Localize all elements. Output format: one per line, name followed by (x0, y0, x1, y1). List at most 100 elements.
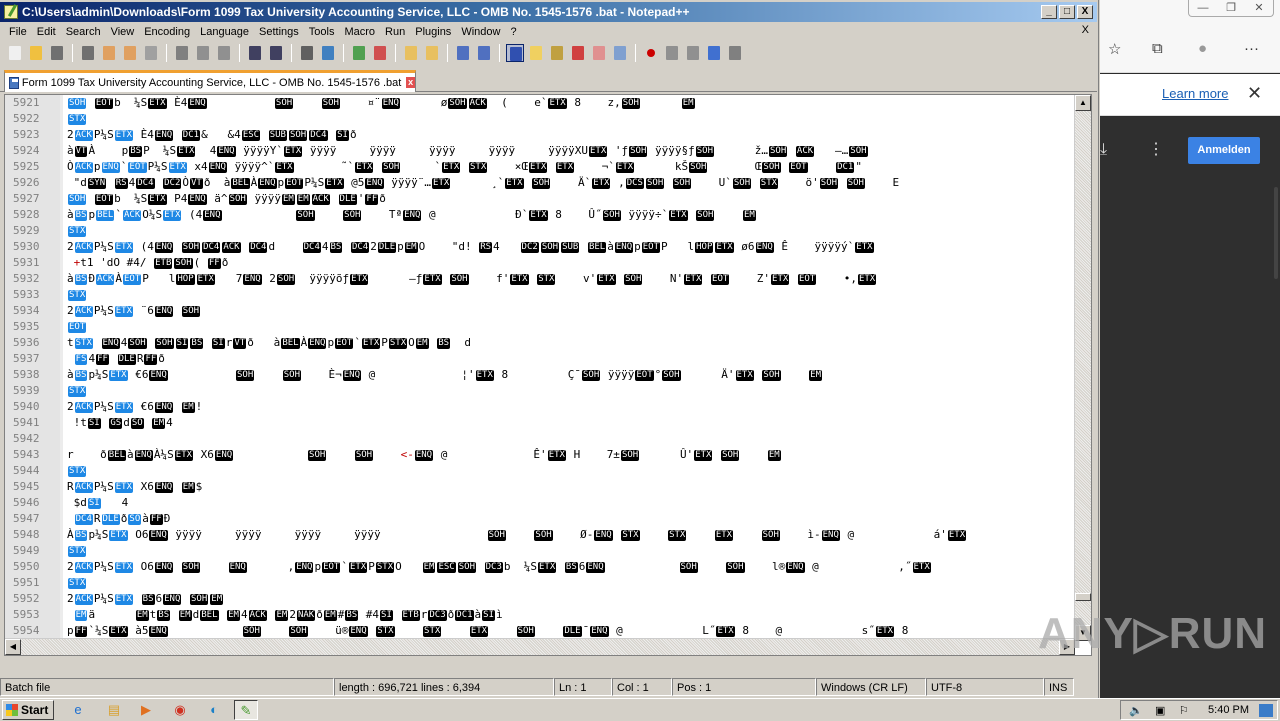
run-macro-multiple-icon[interactable] (705, 44, 723, 62)
code-line[interactable]: !t SI GS d SO EM 4 (67, 415, 1073, 431)
code-line[interactable] (67, 431, 1073, 447)
function-list-icon[interactable] (569, 44, 587, 62)
maximize-button[interactable]: □ (1059, 5, 1075, 19)
code-line[interactable]: p FF `¼S ETX à5 ENQ SOH SOH ü® ENQ STX STX ET… (67, 623, 1073, 639)
new-file-icon[interactable] (6, 44, 24, 62)
open-file-icon[interactable] (27, 44, 45, 62)
code-line[interactable]: SOH EOT b ¼S ETX È4 ENQ SOH SOH ¤¨ ENQ ø SOH A… (67, 95, 1073, 111)
collections-icon[interactable]: ⧉ (1152, 40, 1163, 57)
menu-view[interactable]: View (106, 23, 140, 41)
browser-restore-button[interactable]: ❐ (1217, 0, 1245, 16)
code-line[interactable]: STX (67, 463, 1073, 479)
close-document-button[interactable]: X (1082, 24, 1089, 36)
code-line[interactable]: Ò ACK p ENQ ` EOT P¼S ETX x4 ENQ ÿÿÿÿ^` ETX ˜` ETX… (67, 159, 1073, 175)
favorites-icon[interactable]: ☆ (1108, 40, 1121, 58)
redo-icon[interactable] (267, 44, 285, 62)
code-line[interactable]: à VT À p BS P ¼S ETX 4 ENQ ÿÿÿÿY` ETX ÿÿÿÿ ÿÿÿÿ… (67, 143, 1073, 159)
scroll-thumb[interactable] (1075, 593, 1091, 601)
code-line[interactable]: "d SYN RS 4 DC4 DC2 Ò VT ð à BEL À ENQ p EOT P¼S ETX … (67, 175, 1073, 191)
menu-language[interactable]: Language (195, 23, 254, 41)
code-content[interactable]: SOH EOT b ¼S ETX È4 ENQ SOH SOH ¤¨ ENQ ø SOH A… (67, 95, 1073, 655)
code-line[interactable]: 2 ACK P¼S ETX O6 ENQ SOH ENQ , ENQ p EOT ` ETX P ST… (67, 559, 1073, 575)
clock[interactable]: 5:40 PM (1208, 704, 1249, 716)
code-line[interactable]: SOH EOT b ¼S ETX P4 ENQ ä^ SOH ÿÿÿÿ EM EM ACK D… (67, 191, 1073, 207)
stop-macro-icon[interactable] (663, 44, 681, 62)
code-line[interactable]: 2 ACK P¼S ETX È4 ENQ DC1 & &4 ESC SUB SOH DC4 SI… (67, 127, 1073, 143)
code-line[interactable]: 2 ACK P¼S ETX (4 ENQ SOH DC4 ACK DC4 d DC4 4 BS D… (67, 239, 1073, 255)
more-options-icon[interactable]: ··· (1244, 40, 1259, 57)
save-all-icon[interactable] (79, 44, 97, 62)
internet-explorer-icon[interactable]: e (66, 700, 90, 720)
copy-icon[interactable] (194, 44, 212, 62)
code-line[interactable]: $d SI 4 (67, 495, 1073, 511)
indent-guide-icon[interactable] (506, 44, 524, 62)
learn-more-link[interactable]: Learn more (1162, 86, 1228, 101)
undo-icon[interactable] (246, 44, 264, 62)
code-line[interactable]: EM ä EM t BS EM d BEL EM 4 ACK EM 2 NAK ð EM # BS #4 S… (67, 607, 1073, 623)
menu-help[interactable]: ? (505, 23, 521, 41)
code-line[interactable]: FS 4 FF DLE R FF ð (67, 351, 1073, 367)
code-line[interactable]: STX (67, 543, 1073, 559)
paste-icon[interactable] (215, 44, 233, 62)
sign-in-button[interactable]: Anmelden (1188, 137, 1260, 164)
kebab-menu-icon[interactable]: ⋮ (1148, 139, 1164, 159)
menu-file[interactable]: File (4, 23, 32, 41)
profile-avatar-icon[interactable]: ● (1198, 40, 1207, 57)
vertical-scrollbar[interactable]: ▲ ▼ (1074, 95, 1091, 641)
chrome-icon[interactable]: ◉ (168, 700, 192, 720)
show-desktop-icon[interactable] (1259, 704, 1273, 717)
zoom-out-icon[interactable] (371, 44, 389, 62)
code-line[interactable]: à BS p¼S ETX €6 ENQ SOH SOH È¬ ENQ @ ¦' ETX 8 … (67, 367, 1073, 383)
sync-horizontal-icon[interactable] (423, 44, 441, 62)
monitoring-icon[interactable] (611, 44, 629, 62)
browser-minimize-button[interactable]: — (1189, 0, 1217, 16)
sync-vertical-icon[interactable] (402, 44, 420, 62)
save-icon[interactable] (48, 44, 66, 62)
download-icon[interactable]: ⤓ (1100, 141, 1107, 159)
code-line[interactable]: STX (67, 383, 1073, 399)
network-icon[interactable]: ▣ (1155, 704, 1165, 717)
file-explorer-icon[interactable]: ▤ (102, 700, 126, 720)
menu-settings[interactable]: Settings (254, 23, 304, 41)
user-language-icon[interactable] (527, 44, 545, 62)
code-line[interactable]: à BS Ð ACK À EOT P l HOP ETX 7 ENQ 2 SOH ÿÿÿÿõƒ ETX… (67, 271, 1073, 287)
cut-icon[interactable] (173, 44, 191, 62)
show-all-chars-icon[interactable] (475, 44, 493, 62)
print-icon[interactable] (142, 44, 160, 62)
code-line[interactable]: t STX ENQ 4 SOH SOH SI BS SI r VT ð à BEL À ENQ p EOT… (67, 335, 1073, 351)
code-line[interactable]: STX (67, 575, 1073, 591)
tab-document[interactable]: Form 1099 Tax University Accounting Serv… (4, 70, 416, 92)
code-line[interactable]: EOT (67, 319, 1073, 335)
word-wrap-icon[interactable] (454, 44, 472, 62)
code-line[interactable]: À BS p¼S ETX O6 ENQ ÿÿÿÿ ÿÿÿÿ ÿÿÿÿ ÿÿÿÿ SOH … (67, 527, 1073, 543)
tab-close-button[interactable]: x (406, 77, 415, 88)
code-line[interactable]: +t1 'dO #4/ ETB SOH( FF ð (67, 255, 1073, 271)
volume-icon[interactable]: 🔈 (1129, 704, 1143, 717)
find-icon[interactable] (298, 44, 316, 62)
code-line[interactable]: STX (67, 223, 1073, 239)
notepadpp-taskbar-icon[interactable]: ✎ (234, 700, 258, 720)
status-encoding[interactable]: UTF-8 (926, 678, 1044, 696)
code-line[interactable]: r ð BEL à ENQ À¼S ETX X6 ENQ SOH SOH <- ENQ @ Ê… (67, 447, 1073, 463)
record-macro-icon[interactable] (642, 44, 660, 62)
folder-as-workspace-icon[interactable] (590, 44, 608, 62)
code-line[interactable]: STX (67, 111, 1073, 127)
menu-window[interactable]: Window (456, 23, 505, 41)
code-line[interactable]: à BS p BEL ` ACK O¼S ETX (4 ENQ SOH SOH Tª ENQ @ … (67, 207, 1073, 223)
status-eol[interactable]: Windows (CR LF) (816, 678, 926, 696)
code-line[interactable]: 2 ACK P¼S ETX ¨6 ENQ SOH (67, 303, 1073, 319)
close-icon[interactable] (100, 44, 118, 62)
menu-edit[interactable]: Edit (32, 23, 61, 41)
code-line[interactable]: DC4 R DLE ð SO à FF Ð (67, 511, 1073, 527)
code-line[interactable]: R ACK P¼S ETX X6 ENQ EM $ (67, 479, 1073, 495)
code-line[interactable]: 2 ACK P¼S ETX BS 6 ENQ SOH EM (67, 591, 1073, 607)
menu-tools[interactable]: Tools (304, 23, 340, 41)
close-all-icon[interactable] (121, 44, 139, 62)
code-line[interactable]: 2 ACK P¼S ETX €6 ENQ EM! (67, 399, 1073, 415)
start-button[interactable]: Start (2, 700, 54, 720)
page-scrollbar[interactable] (1274, 187, 1278, 279)
banner-close-icon[interactable]: ✕ (1247, 83, 1262, 104)
menu-run[interactable]: Run (380, 23, 410, 41)
menu-encoding[interactable]: Encoding (139, 23, 195, 41)
menu-plugins[interactable]: Plugins (410, 23, 456, 41)
